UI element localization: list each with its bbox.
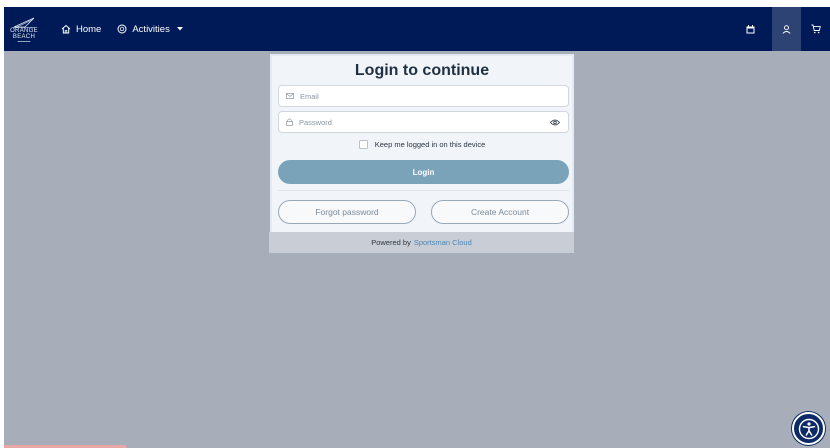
activities-icon: [117, 24, 127, 34]
email-field-wrapper: [278, 85, 569, 107]
caret-down-icon: [176, 27, 183, 31]
login-title: Login to continue: [354, 62, 490, 79]
orange-beach-logo[interactable]: ORANGE BEACH ▬▬▬▬▬: [7, 9, 41, 49]
divider: [278, 190, 569, 191]
login-card: Login to continue Keep me logged in on t…: [270, 54, 574, 234]
keep-logged-in-checkbox[interactable]: [358, 140, 368, 149]
app-frame: ORANGE BEACH ▬▬▬▬▬ Home Activities Login…: [4, 7, 830, 448]
sail-logo-icon: [13, 17, 35, 28]
nav-home-label: Home: [76, 23, 102, 35]
nav-activities-label: Activities: [132, 23, 170, 35]
user-icon: [782, 24, 791, 34]
top-navbar: ORANGE BEACH ▬▬▬▬▬ Home Activities: [4, 7, 830, 51]
cart-button[interactable]: [801, 7, 830, 51]
email-input[interactable]: [300, 91, 568, 101]
eye-icon[interactable]: [550, 119, 560, 126]
accessibility-button[interactable]: [792, 412, 825, 445]
nav-activities-dropdown[interactable]: Activities: [109, 7, 195, 51]
cart-icon: [811, 24, 821, 34]
login-button[interactable]: Login: [278, 160, 569, 184]
envelope-icon: [286, 93, 294, 99]
logo-tagline-mark: ▬▬▬▬▬: [17, 39, 31, 43]
password-input[interactable]: [299, 117, 550, 127]
powered-by-label: Powered by: [371, 238, 411, 247]
keep-logged-in-label[interactable]: Keep me logged in on this device: [375, 140, 486, 149]
account-button[interactable]: [772, 7, 801, 51]
lock-icon: [286, 118, 293, 126]
powered-by-footer: Powered by Sportsman Cloud: [269, 232, 574, 253]
keep-logged-in-row: Keep me logged in on this device: [272, 140, 572, 149]
calendar-button[interactable]: [736, 7, 765, 51]
nav-right-group: [736, 7, 830, 51]
sportsman-cloud-link[interactable]: Sportsman Cloud: [414, 238, 472, 247]
calendar-icon: [746, 24, 755, 33]
nav-home-link[interactable]: Home: [53, 7, 109, 51]
password-field-wrapper: [278, 111, 569, 133]
home-icon: [61, 24, 71, 34]
forgot-password-button[interactable]: Forgot password: [278, 200, 416, 224]
create-account-button[interactable]: Create Account: [431, 200, 569, 224]
accessibility-icon: [798, 418, 819, 439]
